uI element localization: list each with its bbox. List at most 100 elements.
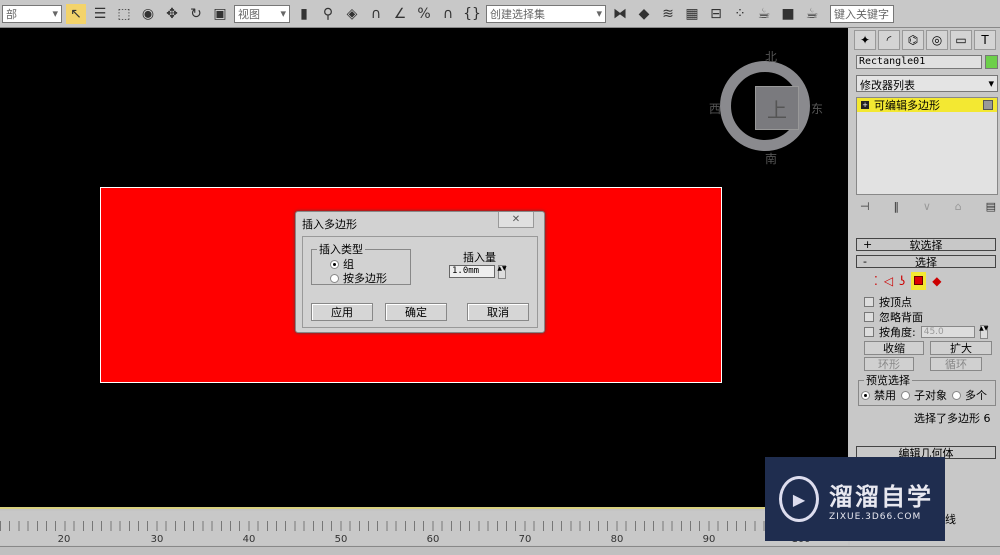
utilities-tab-icon[interactable]: T [974, 30, 996, 50]
named-selection-value: 创建选择集 [490, 7, 545, 21]
keyboard-shortcut-icon[interactable]: ◈ [342, 4, 362, 24]
hierarchy-tab-icon[interactable]: ⌬ [902, 30, 924, 50]
spinner-snap-icon[interactable]: ∩ [438, 4, 458, 24]
quick-render-icon[interactable]: ☕ [802, 4, 822, 24]
by-vertex-label: 按顶点 [879, 295, 912, 309]
viewcube-top-face[interactable]: 上 [755, 86, 799, 130]
pin-stack-icon[interactable]: ⊣ [860, 200, 870, 213]
reference-coord-dropdown[interactable]: 视图 ▾ [234, 4, 290, 23]
preview-selection-group: 预览选择 禁用 子对象 多个 [858, 372, 996, 406]
subobject-level-toolbar: ⁚ ◁ ʖ ◆ [874, 272, 941, 290]
render-frame-icon[interactable]: ■ [778, 4, 798, 24]
preview-off-radio[interactable]: 禁用 [861, 388, 896, 402]
show-end-result-icon[interactable]: ‖ [893, 200, 899, 213]
preview-subobject-radio[interactable]: 子对象 [901, 388, 947, 402]
create-tab-icon[interactable]: ✦ [854, 30, 876, 50]
rotate-icon[interactable]: ↻ [186, 4, 206, 24]
modifier-stack-item[interactable]: + 可编辑多边形 [857, 98, 997, 112]
display-tab-icon[interactable]: ▭ [950, 30, 972, 50]
make-unique-icon[interactable]: ∨ [923, 200, 931, 213]
watermark-name: 溜溜自学 [829, 482, 933, 511]
pivot-icon[interactable]: ▮ [294, 4, 314, 24]
edit-named-selection-icon[interactable]: {} [462, 4, 482, 24]
mirror-icon[interactable]: ⧓ [610, 4, 630, 24]
command-panel-tabs: ✦ ◜ ⌬ ◎ ▭ T [850, 28, 1000, 52]
window-crossing-icon[interactable]: ◉ [138, 4, 158, 24]
search-input[interactable]: 键入关键字 [830, 4, 894, 23]
close-button[interactable]: ✕ [498, 212, 534, 228]
rect-selection-icon[interactable]: ⬚ [114, 4, 134, 24]
element-level-icon[interactable]: ◆ [932, 274, 941, 288]
link-icon[interactable]: ⚲ [318, 4, 338, 24]
modify-tab-icon[interactable]: ◜ [878, 30, 900, 50]
selection-status: 选择了多边形 6 [914, 412, 991, 425]
play-logo-icon: ▶ [779, 476, 819, 522]
object-name-input[interactable]: Rectangle01 [856, 55, 982, 69]
tick-label: 50 [334, 534, 348, 545]
motion-tab-icon[interactable]: ◎ [926, 30, 948, 50]
grow-button[interactable]: 扩大 [930, 341, 992, 355]
expand-plus-icon[interactable]: + [861, 101, 869, 109]
configure-sets-icon[interactable]: ▤ [986, 200, 996, 213]
move-icon[interactable]: ✥ [162, 4, 182, 24]
viewcube[interactable]: 上 北 南 西 东 [709, 50, 823, 166]
inset-type-label: 插入类型 [319, 243, 363, 256]
angle-input[interactable]: 45.0 [920, 325, 975, 338]
material-editor-icon[interactable]: ⁘ [730, 4, 750, 24]
main-toolbar: 部 ▾ ↖ ☰ ⬚ ◉ ✥ ↻ ▣ 视图 ▾ ▮ ⚲ ◈ ∩ ∠ % ∩ {} 创建… [0, 0, 1000, 28]
by-vertex-checkbox[interactable]: 按顶点 [864, 294, 988, 309]
modifier-list-dropdown[interactable]: 修改器列表 ▾ [856, 75, 998, 92]
watermark-text: 溜溜自学 ZIXUE.3D66.COM [829, 477, 933, 522]
modifier-toggle-icon[interactable] [983, 100, 993, 110]
timeline-ruler[interactable]: 20 30 40 50 60 70 80 90 100 [0, 511, 848, 545]
preview-selection-label: 预览选择 [866, 374, 910, 387]
named-selection-dropdown[interactable]: 创建选择集 ▾ [486, 4, 606, 23]
cancel-button[interactable]: 取消 [467, 303, 529, 321]
align-icon[interactable]: ◆ [634, 4, 654, 24]
curve-editor-icon[interactable]: ▦ [682, 4, 702, 24]
layer-manager-icon[interactable]: ≋ [658, 4, 678, 24]
ignore-backfacing-checkbox[interactable]: 忽略背面 [864, 309, 988, 324]
radio-icon [330, 273, 339, 283]
object-color-swatch[interactable] [985, 55, 998, 69]
polygon-level-icon[interactable] [911, 272, 927, 290]
radio-icon [861, 390, 870, 400]
stack-tools: ⊣ ‖ ∨ ⌂ ▤ [860, 200, 996, 213]
inset-type-group: 插入类型 组 按多边形 [311, 241, 411, 285]
checkbox-icon [864, 311, 874, 322]
selection-label: 选择 [915, 255, 937, 269]
scale-icon[interactable]: ▣ [210, 4, 230, 24]
radio-by-polygon[interactable]: 按多边形 [330, 271, 410, 285]
preview-multi-radio[interactable]: 多个 [952, 388, 987, 402]
radio-group[interactable]: 组 [330, 257, 410, 271]
select-object-icon[interactable]: ↖ [66, 3, 86, 24]
angle-snap-icon[interactable]: ∠ [390, 4, 410, 24]
border-level-icon[interactable]: ʖ [899, 274, 905, 288]
inset-amount-spinner: 1.0mm ▲▼ [449, 265, 507, 279]
schematic-view-icon[interactable]: ⊟ [706, 4, 726, 24]
vertex-level-icon[interactable]: ⁚ [874, 274, 878, 288]
ignore-backfacing-label: 忽略背面 [879, 310, 923, 324]
ok-button[interactable]: 确定 [385, 303, 447, 321]
apply-button[interactable]: 应用 [311, 303, 373, 321]
inset-amount-input[interactable]: 1.0mm [449, 265, 495, 278]
selection-filter-dropdown[interactable]: 部 ▾ [2, 4, 62, 23]
ring-button[interactable]: 环形 [864, 357, 914, 371]
preview-off-label: 禁用 [874, 389, 896, 402]
compass-west: 西 [709, 102, 722, 116]
select-by-name-icon[interactable]: ☰ [90, 4, 110, 24]
selection-rollout[interactable]: - 选择 [856, 255, 996, 269]
spinner-arrows-icon[interactable]: ▲▼ [979, 324, 988, 339]
soft-selection-rollout[interactable]: + 软选择 [856, 238, 996, 252]
remove-modifier-icon[interactable]: ⌂ [955, 200, 962, 213]
dialog-body: 插入类型 组 按多边形 插入量 1.0mm ▲▼ 应用 确定 取消 [302, 236, 538, 328]
loop-button[interactable]: 循环 [930, 357, 982, 371]
edge-level-icon[interactable]: ◁ [884, 274, 893, 288]
spinner-arrows-icon[interactable]: ▲▼ [497, 265, 507, 279]
render-setup-icon[interactable]: ☕ [754, 4, 774, 24]
selection-filter-value: 部 [6, 7, 17, 21]
percent-snap-icon[interactable]: % [414, 4, 434, 24]
snap-icon[interactable]: ∩ [366, 4, 386, 24]
shrink-button[interactable]: 收缩 [864, 341, 924, 355]
by-angle-checkbox[interactable]: 按角度: 45.0 ▲▼ [864, 324, 988, 339]
